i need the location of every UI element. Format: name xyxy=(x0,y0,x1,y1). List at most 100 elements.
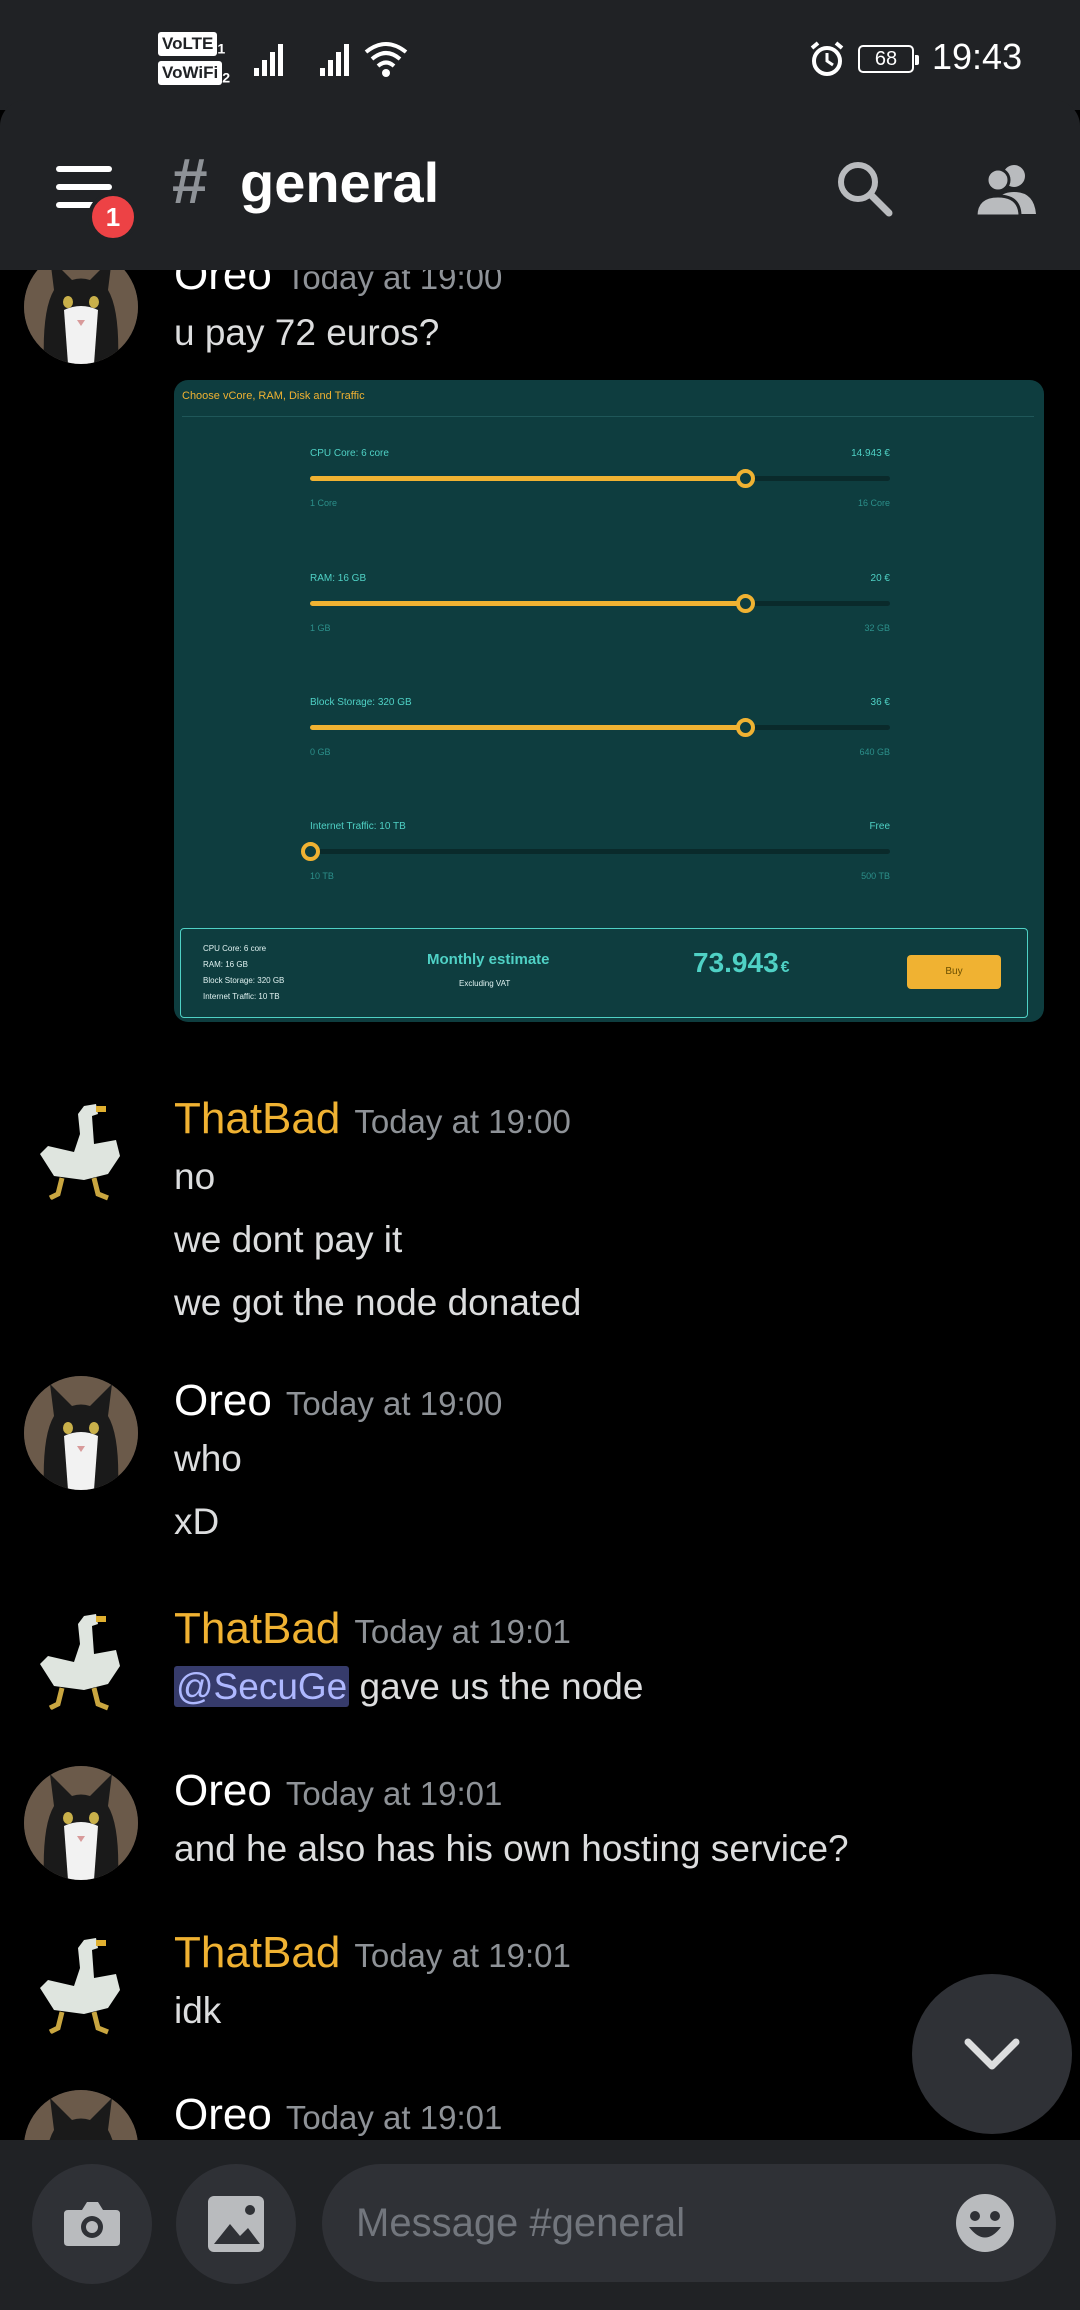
slider-label: Block Storage: 320 GB xyxy=(310,697,412,708)
volte-tag: VoLTE xyxy=(158,32,218,56)
wifi-icon xyxy=(364,42,408,77)
author-name[interactable]: ThatBad xyxy=(174,1094,340,1143)
timestamp: Today at 19:01 xyxy=(285,2099,503,2136)
slider-track xyxy=(301,842,890,861)
traffic-slider: Internet Traffic: 10 TB Free 10 TB 500 T… xyxy=(301,821,890,921)
slider-knob xyxy=(301,842,320,861)
notification-badge: 1 xyxy=(88,192,138,242)
message-author-line: Oreo Today at 19:00 xyxy=(174,1376,502,1426)
slider-fill xyxy=(310,476,745,481)
message-list[interactable]: Oreo Today at 19:00 u pay 72 euros? Choos… xyxy=(0,270,1080,2140)
ram-slider: RAM: 16 GB 20 € 1 GB 32 GB xyxy=(310,573,890,673)
spec-line: Block Storage: 320 GB xyxy=(203,976,285,985)
slider-track xyxy=(310,469,890,488)
timestamp: Today at 19:01 xyxy=(354,1937,571,1974)
slider-price: 14.943 € xyxy=(851,448,890,459)
spec-line: Internet Traffic: 10 TB xyxy=(203,992,280,1001)
slider-min: 0 GB xyxy=(310,747,331,757)
message-text-rest: gave us the node xyxy=(359,1666,644,1707)
author-name[interactable]: ThatBad xyxy=(174,1604,340,1653)
clock: 19:43 xyxy=(932,36,1023,77)
storage-slider: Block Storage: 320 GB 36 € 0 GB 640 GB xyxy=(310,697,890,797)
jump-to-present-button[interactable] xyxy=(912,1974,1072,2134)
avatar-oreo[interactable] xyxy=(24,1766,138,1880)
author-name[interactable]: ThatBad xyxy=(174,1928,340,1977)
avatar-oreo[interactable] xyxy=(24,270,138,364)
message-text: who xyxy=(174,1438,242,1479)
avatar-thatbad[interactable] xyxy=(24,1928,138,2042)
cat-avatar-image xyxy=(24,270,138,364)
timestamp: Today at 19:01 xyxy=(354,1613,571,1650)
channel-header: 1 # general xyxy=(0,100,1080,270)
image-attachment[interactable]: Choose vCore, RAM, Disk and Traffic CPU … xyxy=(174,380,1044,1022)
timestamp: Today at 19:01 xyxy=(285,1775,503,1812)
camera-icon xyxy=(64,2202,120,2246)
message-text: we got the node donated xyxy=(174,1282,582,1323)
battery-indicator: 68 xyxy=(858,45,919,73)
slider-min: 10 TB xyxy=(310,871,334,881)
estimate-title: Monthly estimate xyxy=(427,951,550,968)
message-author-line: Oreo Today at 19:01 xyxy=(174,1766,502,1816)
message-author-line: ThatBad Today at 19:01 xyxy=(174,1604,571,1654)
members-icon[interactable] xyxy=(974,160,1038,218)
status-bar: VoLTE 1 VoWiFi 2 68 19:43 xyxy=(0,0,1080,110)
emoji-icon[interactable] xyxy=(954,2192,1016,2254)
message-author-line: Oreo Today at 19:01 xyxy=(174,2090,502,2140)
slider-max: 640 GB xyxy=(859,747,890,757)
channel-name[interactable]: general xyxy=(240,150,439,215)
avatar-oreo[interactable] xyxy=(24,1376,138,1490)
price-currency: € xyxy=(780,959,790,976)
goose-avatar-image xyxy=(24,1094,138,1208)
author-name[interactable]: Oreo xyxy=(174,2090,272,2139)
message-text: @SecuGe gave us the node xyxy=(174,1666,643,1708)
goose-avatar-image xyxy=(24,1928,138,2042)
timestamp: Today at 19:00 xyxy=(285,1385,503,1422)
sim2-label: 2 xyxy=(222,70,231,87)
slider-price: 20 € xyxy=(870,573,890,584)
avatar-thatbad[interactable] xyxy=(24,1094,138,1208)
buy-button: Buy xyxy=(907,955,1001,989)
message-text: xD xyxy=(174,1501,220,1542)
avatar-thatbad[interactable] xyxy=(24,1604,138,1718)
author-name[interactable]: Oreo xyxy=(174,270,272,299)
gallery-button[interactable] xyxy=(176,2164,296,2284)
message-text: we dont pay it xyxy=(174,1219,403,1260)
slider-label: RAM: 16 GB xyxy=(310,573,367,584)
spec-line: RAM: 16 GB xyxy=(203,960,248,969)
slider-min: 1 GB xyxy=(310,623,331,633)
author-name[interactable]: Oreo xyxy=(174,1766,272,1815)
slider-fill xyxy=(310,601,745,606)
message-text: u pay 72 euros? xyxy=(174,312,440,353)
cat-avatar-image xyxy=(24,1766,138,1880)
cpu-slider: CPU Core: 6 core 14.943 € 1 Core 16 Core xyxy=(310,448,890,548)
slider-max: 16 Core xyxy=(857,498,890,508)
slider-track xyxy=(310,718,890,737)
search-icon[interactable] xyxy=(834,158,894,218)
goose-avatar-image xyxy=(24,1604,138,1718)
estimate-box: CPU Core: 6 core RAM: 16 GB Block Storag… xyxy=(180,928,1028,1018)
slider-max: 500 TB xyxy=(861,871,890,881)
estimate-subtitle: Excluding VAT xyxy=(459,979,511,988)
message-text: no xyxy=(174,1156,216,1197)
slider-knob xyxy=(736,469,755,488)
camera-button[interactable] xyxy=(32,2164,152,2284)
chevron-down-icon xyxy=(964,2038,1020,2070)
spec-line: CPU Core: 6 core xyxy=(203,944,267,953)
timestamp: Today at 19:00 xyxy=(285,270,503,296)
slider-track xyxy=(310,594,890,613)
message-text: idk xyxy=(174,1990,222,2031)
message-input-wrapper xyxy=(322,2164,1056,2282)
estimate-price: 73.943 € xyxy=(693,947,790,979)
message-text: and he also has his own hosting service? xyxy=(174,1828,849,1869)
message-input[interactable] xyxy=(356,2194,916,2252)
message-author-line: Oreo Today at 19:00 xyxy=(174,270,502,300)
avatar-oreo[interactable] xyxy=(24,2090,138,2140)
signal-2-icon xyxy=(320,44,349,76)
estimate-specs: CPU Core: 6 core RAM: 16 GB Block Storag… xyxy=(203,941,284,1005)
cat-avatar-image xyxy=(24,2090,138,2140)
user-mention[interactable]: @SecuGe xyxy=(174,1666,350,1707)
vowifi-tag: VoWiFi xyxy=(158,61,223,86)
slider-price: 36 € xyxy=(870,697,890,708)
author-name[interactable]: Oreo xyxy=(174,1376,272,1425)
channel-hash-icon: # xyxy=(172,145,208,217)
